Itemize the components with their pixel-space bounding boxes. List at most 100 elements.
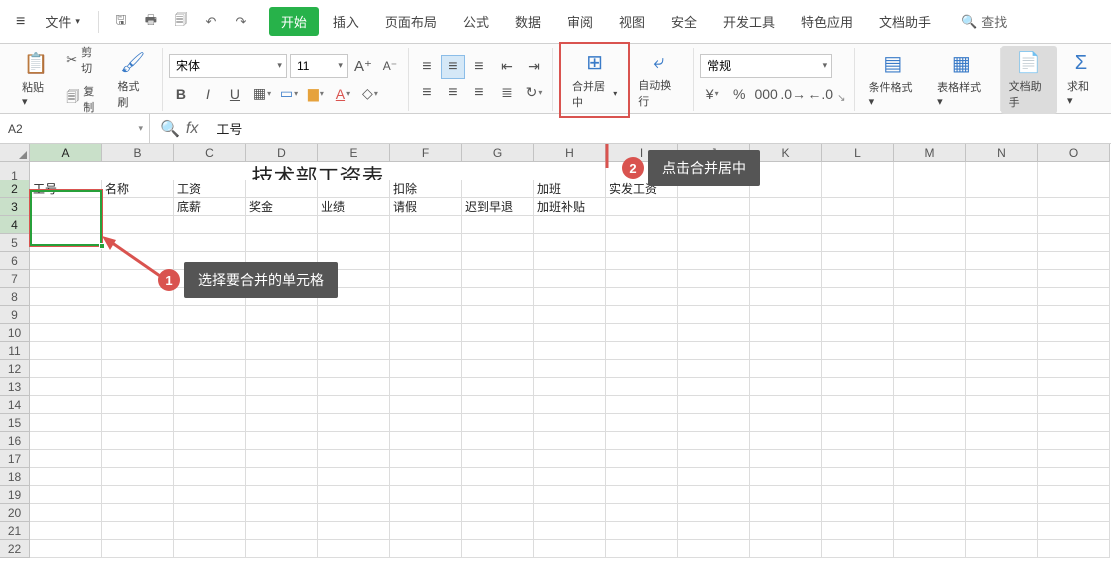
cell[interactable] bbox=[30, 432, 102, 450]
row-header-15[interactable]: 15 bbox=[0, 414, 30, 432]
font-name-select[interactable]: 宋体▾ bbox=[169, 54, 287, 78]
cell[interactable] bbox=[30, 396, 102, 414]
cell[interactable] bbox=[30, 270, 102, 288]
cell[interactable] bbox=[246, 504, 318, 522]
column-header-K[interactable]: K bbox=[750, 144, 822, 162]
cell[interactable] bbox=[750, 270, 822, 288]
cell[interactable] bbox=[750, 360, 822, 378]
row-header-14[interactable]: 14 bbox=[0, 396, 30, 414]
row-header-16[interactable]: 16 bbox=[0, 432, 30, 450]
cell[interactable] bbox=[822, 414, 894, 432]
cell[interactable] bbox=[822, 450, 894, 468]
cell[interactable] bbox=[534, 450, 606, 468]
underline-button[interactable]: U bbox=[223, 82, 247, 106]
cell[interactable] bbox=[390, 414, 462, 432]
cell[interactable] bbox=[102, 198, 174, 216]
cell[interactable] bbox=[174, 396, 246, 414]
menu-hamburger-icon[interactable]: ≡ bbox=[10, 9, 31, 35]
cell[interactable] bbox=[678, 252, 750, 270]
cell[interactable] bbox=[1038, 504, 1110, 522]
cell[interactable] bbox=[822, 396, 894, 414]
cell[interactable] bbox=[1038, 486, 1110, 504]
cell[interactable] bbox=[30, 360, 102, 378]
cell[interactable] bbox=[894, 198, 966, 216]
cell[interactable] bbox=[318, 432, 390, 450]
number-launcher-icon[interactable]: ↘ bbox=[835, 91, 847, 106]
cell[interactable] bbox=[822, 378, 894, 396]
cell[interactable] bbox=[30, 450, 102, 468]
cell[interactable] bbox=[30, 414, 102, 432]
cell[interactable] bbox=[822, 306, 894, 324]
cell[interactable] bbox=[534, 270, 606, 288]
cell[interactable] bbox=[318, 360, 390, 378]
cell[interactable] bbox=[246, 486, 318, 504]
cell[interactable] bbox=[30, 522, 102, 540]
tab-doc-helper[interactable]: 文档助手 bbox=[867, 7, 943, 36]
cell[interactable] bbox=[390, 504, 462, 522]
italic-button[interactable]: I bbox=[196, 82, 220, 106]
cell[interactable] bbox=[894, 396, 966, 414]
cell[interactable] bbox=[246, 378, 318, 396]
cell[interactable] bbox=[822, 486, 894, 504]
cell[interactable] bbox=[246, 540, 318, 558]
cell[interactable] bbox=[678, 432, 750, 450]
cell[interactable] bbox=[750, 216, 822, 234]
cell[interactable] bbox=[390, 396, 462, 414]
select-all-corner[interactable] bbox=[0, 144, 30, 162]
cell[interactable] bbox=[390, 306, 462, 324]
percent-button[interactable]: % bbox=[727, 82, 751, 106]
cell[interactable] bbox=[894, 432, 966, 450]
cell[interactable] bbox=[894, 468, 966, 486]
row-header-21[interactable]: 21 bbox=[0, 522, 30, 540]
cell[interactable] bbox=[678, 360, 750, 378]
cell[interactable] bbox=[462, 504, 534, 522]
row-header-18[interactable]: 18 bbox=[0, 468, 30, 486]
redo-icon[interactable]: ↷ bbox=[229, 10, 253, 34]
tab-data[interactable]: 数据 bbox=[503, 7, 553, 36]
cell[interactable] bbox=[822, 504, 894, 522]
cell[interactable] bbox=[966, 414, 1038, 432]
cell[interactable] bbox=[1038, 432, 1110, 450]
cell[interactable] bbox=[102, 342, 174, 360]
cell[interactable] bbox=[894, 288, 966, 306]
cell[interactable] bbox=[318, 396, 390, 414]
cell[interactable] bbox=[390, 522, 462, 540]
cell[interactable] bbox=[534, 414, 606, 432]
cell[interactable] bbox=[534, 216, 606, 234]
cell[interactable] bbox=[30, 540, 102, 558]
cell[interactable] bbox=[966, 468, 1038, 486]
cell[interactable] bbox=[678, 342, 750, 360]
cell[interactable] bbox=[822, 432, 894, 450]
row-header-11[interactable]: 11 bbox=[0, 342, 30, 360]
cell[interactable] bbox=[246, 450, 318, 468]
cell[interactable] bbox=[462, 540, 534, 558]
cell[interactable] bbox=[750, 342, 822, 360]
cell[interactable] bbox=[750, 198, 822, 216]
cell[interactable] bbox=[390, 540, 462, 558]
column-header-B[interactable]: B bbox=[102, 144, 174, 162]
cell[interactable] bbox=[966, 486, 1038, 504]
cell[interactable] bbox=[966, 342, 1038, 360]
cell[interactable] bbox=[102, 324, 174, 342]
cell[interactable] bbox=[102, 414, 174, 432]
cell[interactable] bbox=[750, 468, 822, 486]
cell[interactable] bbox=[606, 450, 678, 468]
cell[interactable] bbox=[390, 342, 462, 360]
cell[interactable] bbox=[606, 234, 678, 252]
cell[interactable] bbox=[894, 414, 966, 432]
paste-button[interactable]: 📋 粘贴 ▾ bbox=[14, 47, 58, 112]
search-box[interactable]: 🔍 查找 bbox=[961, 12, 1007, 31]
cell[interactable] bbox=[1038, 324, 1110, 342]
cell[interactable] bbox=[750, 522, 822, 540]
cell[interactable] bbox=[822, 234, 894, 252]
row-header-4[interactable]: 4 bbox=[0, 216, 30, 234]
copy-button[interactable]: 🗐复制 bbox=[62, 81, 105, 117]
cell[interactable] bbox=[678, 486, 750, 504]
row-header-20[interactable]: 20 bbox=[0, 504, 30, 522]
cell[interactable] bbox=[102, 378, 174, 396]
cell[interactable] bbox=[822, 468, 894, 486]
decrease-indent-button[interactable]: ⇤ bbox=[495, 55, 519, 79]
cell[interactable] bbox=[318, 450, 390, 468]
column-header-G[interactable]: G bbox=[462, 144, 534, 162]
cell[interactable] bbox=[102, 216, 174, 234]
